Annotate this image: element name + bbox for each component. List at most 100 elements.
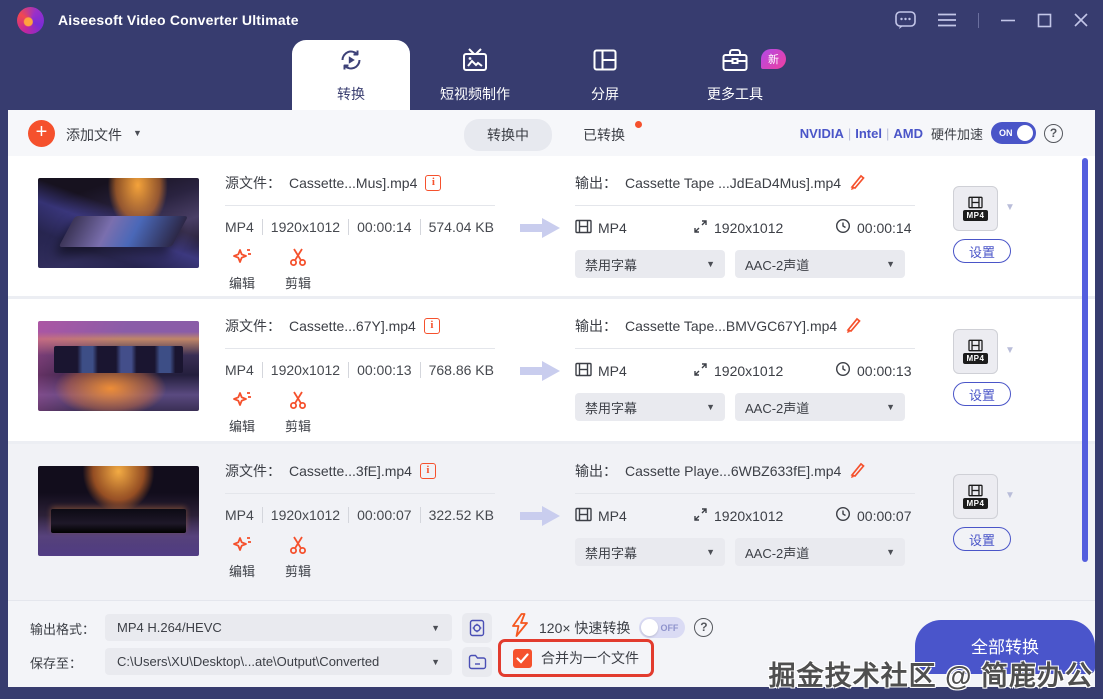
- source-meta: MP41920x101200:00:07322.52 KB: [225, 507, 505, 523]
- video-thumbnail[interactable]: [38, 466, 199, 556]
- speed-convert-label: 120× 快速转换: [539, 618, 630, 638]
- subtitle-dropdown[interactable]: 禁用字幕▼: [575, 538, 725, 566]
- minimize-icon[interactable]: [1000, 12, 1016, 28]
- edit-button[interactable]: 编辑: [225, 390, 259, 435]
- titlebar: Aiseesoft Video Converter Ultimate: [0, 0, 1103, 40]
- format-caret-icon[interactable]: ▼: [1005, 490, 1015, 501]
- output-format-button[interactable]: MP4: [953, 186, 998, 231]
- audio-dropdown[interactable]: AAC-2声道▼: [735, 538, 905, 566]
- output-format-label: 输出格式：: [30, 619, 95, 638]
- close-icon[interactable]: [1073, 12, 1089, 28]
- info-icon[interactable]: i: [424, 318, 440, 334]
- video-thumbnail[interactable]: [38, 321, 199, 411]
- scissors-icon: [287, 247, 309, 270]
- resolution-icon: [693, 362, 708, 380]
- file-row: 源文件：Cassette...3fE].mp4i MP41920x101200:…: [8, 444, 1095, 600]
- source-meta: MP41920x101200:00:13768.86 KB: [225, 362, 505, 378]
- audio-dropdown[interactable]: AAC-2声道▼: [735, 393, 905, 421]
- info-icon[interactable]: i: [420, 463, 436, 479]
- main-tabbar: 转换 短视频制作 分屏 更多工具 新: [0, 40, 1103, 110]
- help-icon[interactable]: ?: [1044, 124, 1063, 143]
- file-toolbar: + 添加文件 ▼ 转换中 已转换 NVIDIA|Intel|AMD 硬件加速 O…: [8, 110, 1095, 156]
- edit-button[interactable]: 编辑: [225, 535, 259, 580]
- rename-pencil-icon[interactable]: [849, 462, 865, 481]
- clip-button[interactable]: 剪辑: [281, 390, 315, 435]
- main-panel: + 添加文件 ▼ 转换中 已转换 NVIDIA|Intel|AMD 硬件加速 O…: [8, 110, 1095, 687]
- source-file-label: 源文件：: [225, 173, 281, 193]
- tv-media-icon: [461, 46, 489, 77]
- speed-help-icon[interactable]: ?: [694, 618, 713, 637]
- video-thumbnail[interactable]: [38, 178, 199, 268]
- output-file-name: Cassette Tape ...JdEaD4Mus].mp4: [625, 175, 841, 191]
- tab-converting[interactable]: 转换中: [464, 119, 552, 151]
- output-format-button[interactable]: MP4: [953, 474, 998, 519]
- menu-hamburger-icon[interactable]: [937, 12, 957, 28]
- tab-split-screen-label: 分屏: [591, 84, 619, 104]
- tab-mv-maker[interactable]: 短视频制作: [410, 40, 540, 110]
- output-resolution: 1920x1012: [714, 220, 783, 236]
- output-file-label: 输出：: [575, 316, 617, 336]
- vertical-scrollbar[interactable]: [1082, 158, 1088, 562]
- tab-split-screen[interactable]: 分屏: [540, 40, 670, 110]
- film-icon: [575, 219, 592, 237]
- hw-accel-label: 硬件加速: [931, 124, 983, 143]
- add-files-caret-icon[interactable]: ▼: [133, 128, 142, 138]
- lightning-icon: [510, 613, 530, 642]
- format-caret-icon[interactable]: ▼: [1005, 345, 1015, 356]
- clip-button[interactable]: 剪辑: [281, 247, 315, 292]
- output-format: MP4: [598, 508, 627, 524]
- add-files-label[interactable]: 添加文件: [66, 125, 122, 145]
- watermark-text: 掘金技术社区 @ 简鹿办公: [769, 654, 1093, 693]
- convert-arrow-icon: [518, 357, 562, 390]
- tab-more-tools-label: 更多工具: [707, 84, 763, 104]
- output-duration: 00:00:07: [857, 508, 912, 524]
- output-format-button[interactable]: MP4: [953, 329, 998, 374]
- profile-settings-button[interactable]: [462, 613, 492, 643]
- output-resolution: 1920x1012: [714, 508, 783, 524]
- speed-toggle[interactable]: OFF: [639, 617, 685, 638]
- source-file-name: Cassette...67Y].mp4: [289, 318, 416, 334]
- clip-button[interactable]: 剪辑: [281, 535, 315, 580]
- info-icon[interactable]: i: [425, 175, 441, 191]
- settings-button[interactable]: 设置: [953, 239, 1011, 263]
- file-row: 源文件：Cassette...67Y].mp4i MP41920x101200:…: [8, 299, 1095, 441]
- merge-checkbox[interactable]: [513, 649, 532, 668]
- output-duration: 00:00:13: [857, 363, 912, 379]
- tab-convert[interactable]: 转换: [292, 40, 410, 110]
- scissors-icon: [287, 535, 309, 558]
- maximize-icon[interactable]: [1037, 13, 1052, 28]
- clock-icon: [835, 361, 851, 380]
- source-file-name: Cassette...3fE].mp4: [289, 463, 412, 479]
- app-title: Aiseesoft Video Converter Ultimate: [58, 12, 299, 28]
- add-files-button[interactable]: +: [28, 120, 55, 147]
- output-duration: 00:00:14: [857, 220, 912, 236]
- subtitle-dropdown[interactable]: 禁用字幕▼: [575, 393, 725, 421]
- output-format-dropdown[interactable]: MP4 H.264/HEVC▼: [105, 614, 452, 641]
- edit-button[interactable]: 编辑: [225, 247, 259, 292]
- settings-button[interactable]: 设置: [953, 527, 1011, 551]
- audio-dropdown[interactable]: AAC-2声道▼: [735, 250, 905, 278]
- open-folder-button[interactable]: [462, 647, 492, 677]
- tab-converted[interactable]: 已转换: [583, 125, 625, 145]
- clock-icon: [835, 506, 851, 525]
- rename-pencil-icon[interactable]: [849, 174, 865, 193]
- tab-more-tools[interactable]: 更多工具 新: [670, 40, 800, 110]
- merge-highlight-box: 合并为一个文件: [498, 639, 654, 677]
- rename-pencil-icon[interactable]: [845, 317, 861, 336]
- merge-label[interactable]: 合并为一个文件: [541, 648, 639, 668]
- convert-icon: [337, 46, 365, 77]
- hw-accel-toggle[interactable]: ON: [991, 122, 1036, 144]
- subtitle-dropdown[interactable]: 禁用字幕▼: [575, 250, 725, 278]
- tab-mv-maker-label: 短视频制作: [440, 84, 510, 104]
- format-caret-icon[interactable]: ▼: [1005, 202, 1015, 213]
- source-meta: MP41920x101200:00:14574.04 KB: [225, 219, 505, 235]
- settings-button[interactable]: 设置: [953, 382, 1011, 406]
- output-format: MP4: [598, 363, 627, 379]
- source-file-name: Cassette...Mus].mp4: [289, 175, 417, 191]
- file-row: 源文件：Cassette...Mus].mp4i MP41920x101200:…: [8, 156, 1095, 296]
- feedback-chat-icon[interactable]: [895, 11, 916, 30]
- resolution-icon: [693, 219, 708, 237]
- save-path-dropdown[interactable]: C:\Users\XU\Desktop\...ate\Output\Conver…: [105, 648, 452, 675]
- film-icon: [575, 362, 592, 380]
- scissors-icon: [287, 390, 309, 413]
